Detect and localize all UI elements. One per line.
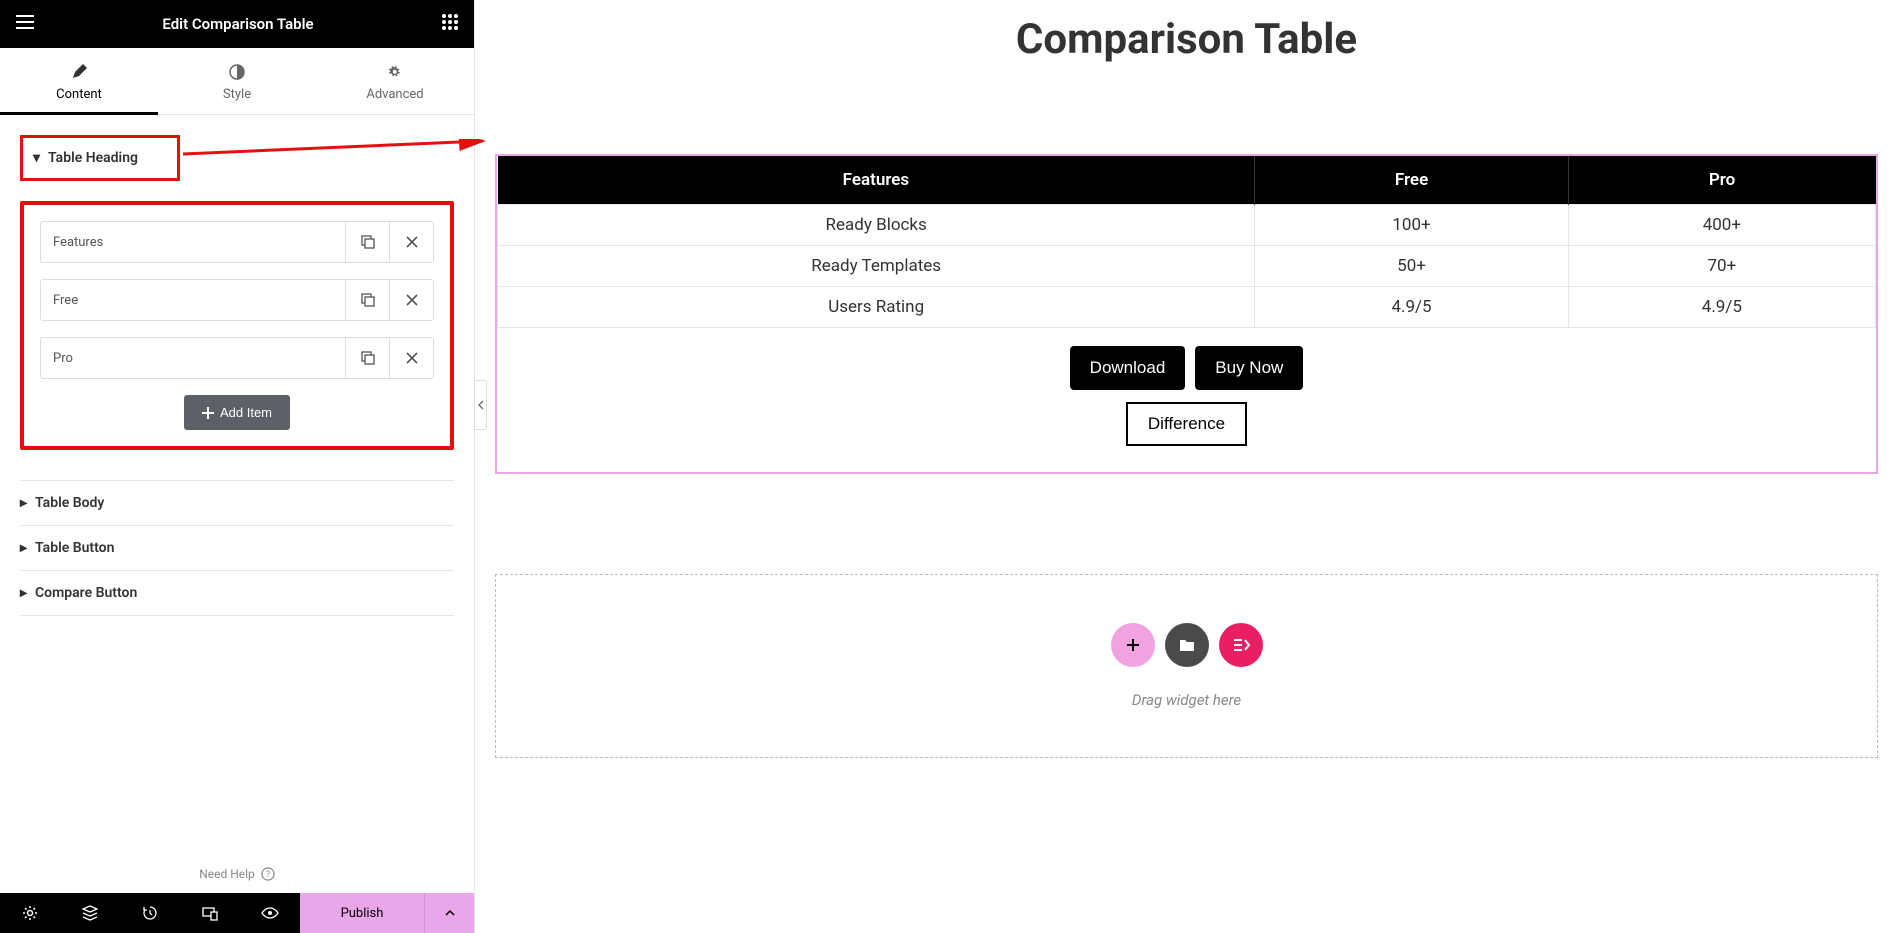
table-header: Pro — [1568, 156, 1875, 205]
history-icon — [142, 905, 158, 921]
plus-icon — [1125, 637, 1141, 653]
repeater-item-label: Features — [41, 222, 345, 262]
plus-icon — [202, 407, 214, 419]
section-compare-label: Compare Button — [35, 585, 137, 601]
eye-icon — [261, 907, 279, 919]
duplicate-button[interactable] — [345, 222, 389, 262]
publish-button[interactable]: Publish — [300, 893, 424, 933]
remove-button[interactable] — [389, 222, 433, 262]
table-cell: 4.9/5 — [1255, 287, 1568, 328]
editor-title: Edit Comparison Table — [162, 15, 313, 33]
widgets-panel-button[interactable] — [442, 14, 458, 34]
folder-icon — [1179, 638, 1195, 652]
svg-text:?: ? — [266, 870, 270, 880]
buy-now-button[interactable]: Buy Now — [1195, 346, 1303, 390]
publish-options-button[interactable] — [424, 893, 474, 933]
add-item-button[interactable]: Add Item — [184, 395, 290, 430]
repeater-item[interactable]: Free — [40, 279, 434, 321]
table-cell: 100+ — [1255, 205, 1568, 246]
help-link[interactable]: Need Help ? — [0, 855, 474, 893]
repeater-item-label: Free — [41, 280, 345, 320]
duplicate-button[interactable] — [345, 280, 389, 320]
repeater-item-label: Pro — [41, 338, 345, 378]
settings-button[interactable] — [0, 893, 60, 933]
template-library-button[interactable] — [1165, 623, 1209, 667]
add-item-label: Add Item — [220, 405, 272, 420]
gear-icon — [22, 905, 38, 921]
table-row: Users Rating 4.9/5 4.9/5 — [498, 287, 1876, 328]
duplicate-button[interactable] — [345, 338, 389, 378]
table-cell: Ready Templates — [498, 246, 1255, 287]
history-button[interactable] — [120, 893, 180, 933]
repeater-list: Features Free — [20, 201, 454, 450]
close-icon — [406, 236, 418, 248]
table-cell: Ready Blocks — [498, 205, 1255, 246]
table-cell: 70+ — [1568, 246, 1875, 287]
page-title: Comparison Table — [495, 15, 1878, 64]
comparison-table: Features Free Pro Ready Blocks 100+ 400+… — [497, 156, 1876, 328]
caret-right-icon: ▸ — [20, 495, 27, 511]
table-cell: Users Rating — [498, 287, 1255, 328]
table-row: Ready Templates 50+ 70+ — [498, 246, 1876, 287]
section-table-button[interactable]: ▸ Table Button — [20, 526, 454, 570]
collapse-sidebar-button[interactable] — [474, 380, 487, 430]
responsive-icon — [202, 905, 218, 921]
table-cell: 400+ — [1568, 205, 1875, 246]
tab-style-label: Style — [223, 87, 251, 102]
copy-icon — [361, 351, 375, 365]
sidebar-menu-toggle[interactable] — [16, 15, 34, 33]
preview-button[interactable] — [240, 893, 300, 933]
repeater-item[interactable]: Pro — [40, 337, 434, 379]
table-header: Free — [1255, 156, 1568, 205]
drop-text: Drag widget here — [544, 691, 1829, 709]
help-label: Need Help — [199, 867, 255, 881]
table-cell: 50+ — [1255, 246, 1568, 287]
gear-icon — [387, 64, 403, 80]
contrast-icon — [229, 64, 245, 80]
table-row: Ready Blocks 100+ 400+ — [498, 205, 1876, 246]
section-button-label: Table Button — [35, 540, 114, 556]
ekit-icon — [1232, 638, 1250, 652]
chevron-up-icon — [445, 910, 455, 916]
caret-down-icon: ▾ — [33, 150, 40, 166]
table-header: Features — [498, 156, 1255, 205]
copy-icon — [361, 293, 375, 307]
tab-advanced-label: Advanced — [366, 87, 423, 102]
help-icon: ? — [261, 867, 275, 881]
caret-right-icon: ▸ — [20, 540, 27, 556]
caret-right-icon: ▸ — [20, 585, 27, 601]
publish-label: Publish — [341, 906, 384, 921]
tab-advanced[interactable]: Advanced — [316, 48, 474, 114]
tab-content-label: Content — [56, 87, 102, 102]
elementskit-button[interactable] — [1219, 623, 1263, 667]
repeater-item[interactable]: Features — [40, 221, 434, 263]
pencil-icon — [71, 64, 87, 80]
section-body-label: Table Body — [35, 495, 104, 511]
download-button[interactable]: Download — [1070, 346, 1186, 390]
navigator-button[interactable] — [60, 893, 120, 933]
close-icon — [406, 352, 418, 364]
responsive-button[interactable] — [180, 893, 240, 933]
remove-button[interactable] — [389, 338, 433, 378]
tab-style[interactable]: Style — [158, 48, 316, 114]
section-table-body[interactable]: ▸ Table Body — [20, 481, 454, 525]
close-icon — [406, 294, 418, 306]
add-section-button[interactable] — [1111, 623, 1155, 667]
difference-button[interactable]: Difference — [1126, 402, 1247, 446]
remove-button[interactable] — [389, 280, 433, 320]
section-heading-label: Table Heading — [48, 150, 138, 166]
section-table-heading[interactable]: ▾ Table Heading — [20, 135, 180, 181]
layers-icon — [82, 905, 98, 921]
copy-icon — [361, 235, 375, 249]
section-compare-button[interactable]: ▸ Compare Button — [20, 571, 454, 615]
chevron-left-icon — [478, 400, 484, 410]
tab-content[interactable]: Content — [0, 48, 158, 114]
drop-zone[interactable]: Drag widget here — [495, 574, 1878, 758]
table-cell: 4.9/5 — [1568, 287, 1875, 328]
comparison-table-widget[interactable]: Features Free Pro Ready Blocks 100+ 400+… — [495, 154, 1878, 474]
